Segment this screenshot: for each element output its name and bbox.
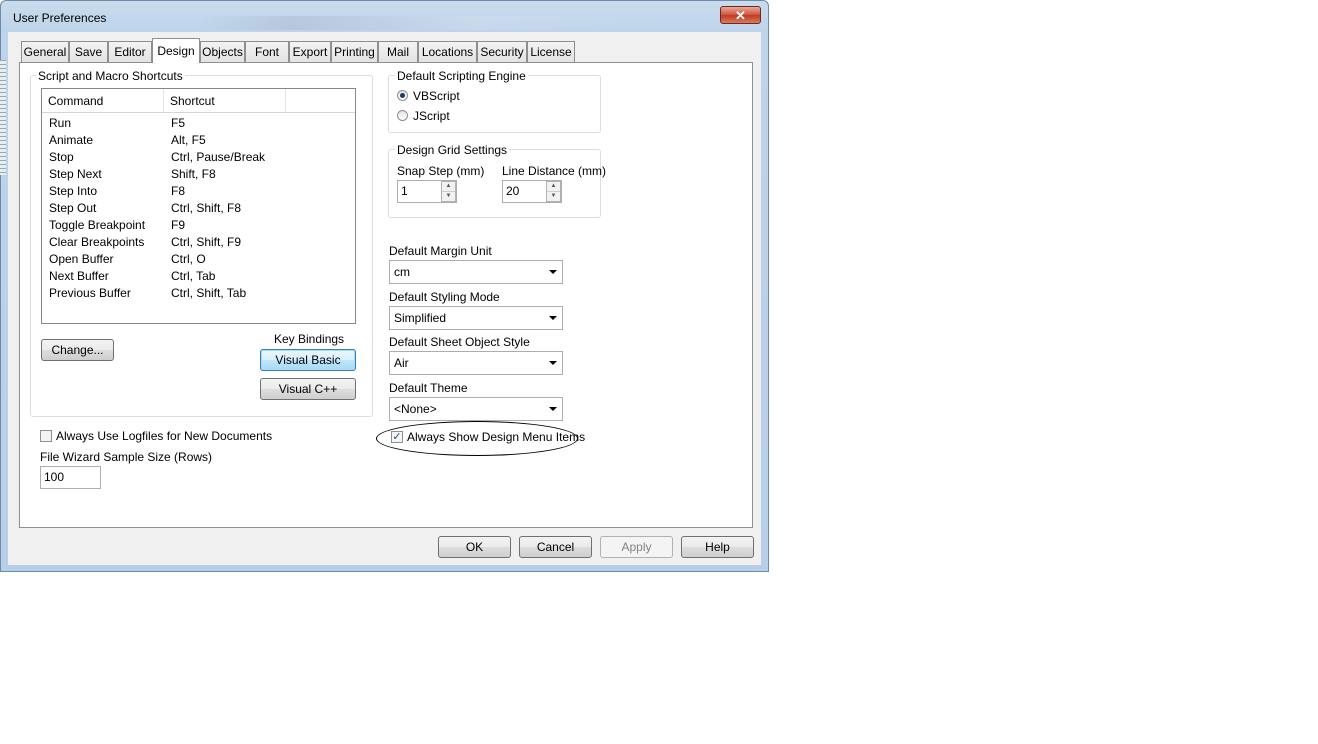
table-row-shortcut: Ctrl, Shift, F9 xyxy=(171,235,242,249)
scripting-engine-group-title: Default Scripting Engine xyxy=(395,69,528,83)
tab-locations[interactable]: Locations xyxy=(418,41,477,62)
jscript-radio[interactable] xyxy=(397,110,408,121)
tab-objects[interactable]: Objects xyxy=(200,41,245,62)
margin-unit-select[interactable]: cm xyxy=(389,260,563,284)
styling-mode-value: Simplified xyxy=(394,311,447,325)
table-row-shortcut: Ctrl, Shift, F8 xyxy=(171,201,242,215)
table-row-command[interactable]: Toggle Breakpoint xyxy=(49,218,145,232)
sheet-object-style-label: Default Sheet Object Style xyxy=(389,335,530,349)
vbscript-radio[interactable] xyxy=(397,90,408,101)
margin-unit-label: Default Margin Unit xyxy=(389,244,492,258)
help-button[interactable]: Help xyxy=(681,536,754,558)
sheet-object-style-select[interactable]: Air xyxy=(389,351,563,375)
table-row-command[interactable]: Clear Breakpoints xyxy=(49,235,144,249)
title-bar-glass xyxy=(200,16,660,30)
chevron-down-icon xyxy=(549,407,557,411)
tab-general[interactable]: General xyxy=(21,41,69,62)
tab-editor[interactable]: Editor xyxy=(108,41,152,62)
table-row-command[interactable]: Step Next xyxy=(49,167,102,181)
design-grid-group-title: Design Grid Settings xyxy=(395,143,510,157)
change-button[interactable]: Change... xyxy=(41,339,114,361)
styling-mode-label: Default Styling Mode xyxy=(389,290,500,304)
visual-cpp-button[interactable]: Visual C++ xyxy=(260,378,356,400)
shortcuts-group-title: Script and Macro Shortcuts xyxy=(36,69,185,83)
column-header-shortcut[interactable]: Shortcut xyxy=(164,89,286,112)
line-distance-spinner[interactable]: ▲ ▼ xyxy=(546,181,561,202)
close-button[interactable]: ✕ xyxy=(720,6,761,24)
table-row-shortcut: Ctrl, Shift, Tab xyxy=(171,286,247,300)
styling-mode-select[interactable]: Simplified xyxy=(389,306,563,330)
logfiles-checkbox[interactable] xyxy=(40,430,52,442)
snap-step-spinner[interactable]: ▲ ▼ xyxy=(441,181,456,202)
spin-down-icon[interactable]: ▼ xyxy=(442,192,455,201)
margin-unit-value: cm xyxy=(394,265,410,279)
column-header-empty[interactable] xyxy=(286,89,355,112)
snap-step-label: Snap Step (mm) xyxy=(397,164,485,178)
spin-up-icon[interactable]: ▲ xyxy=(442,182,455,192)
tab-license[interactable]: License xyxy=(527,41,575,62)
tab-save[interactable]: Save xyxy=(69,41,108,62)
cancel-button[interactable]: Cancel xyxy=(519,536,592,558)
theme-select[interactable]: <None> xyxy=(389,397,563,421)
table-row-shortcut: Ctrl, Pause/Break xyxy=(171,150,266,164)
table-row-command[interactable]: Next Buffer xyxy=(49,269,109,283)
table-row-shortcut: F5 xyxy=(171,116,186,130)
annotation-ellipse xyxy=(376,421,578,456)
spin-down-icon[interactable]: ▼ xyxy=(547,192,560,201)
file-wizard-sample-size-input[interactable]: 100 xyxy=(40,466,101,489)
theme-value: <None> xyxy=(394,402,437,416)
chevron-down-icon xyxy=(549,270,557,274)
tab-security[interactable]: Security xyxy=(477,41,527,62)
logfiles-label: Always Use Logfiles for New Documents xyxy=(56,429,273,443)
background-window-edge xyxy=(0,60,6,175)
tab-mail[interactable]: Mail xyxy=(378,41,418,62)
tab-design[interactable]: Design xyxy=(152,38,200,63)
table-row-shortcut: Shift, F8 xyxy=(171,167,216,181)
vbscript-label: VBScript xyxy=(413,89,460,103)
close-icon: ✕ xyxy=(735,8,746,23)
chevron-down-icon xyxy=(549,361,557,365)
jscript-label: JScript xyxy=(413,109,450,123)
table-row-command[interactable]: Previous Buffer xyxy=(49,286,131,300)
table-row-shortcut: Ctrl, O xyxy=(171,252,206,266)
theme-label: Default Theme xyxy=(389,381,468,395)
apply-button[interactable]: Apply xyxy=(600,536,673,558)
column-header-command[interactable]: Command xyxy=(42,89,164,112)
table-row-shortcut: F9 xyxy=(171,218,186,232)
file-wizard-label: File Wizard Sample Size (Rows) xyxy=(40,450,213,464)
ok-button[interactable]: OK xyxy=(438,536,511,558)
key-bindings-label: Key Bindings xyxy=(274,332,345,346)
header-divider xyxy=(42,112,355,113)
table-row-shortcut: Ctrl, Tab xyxy=(171,269,216,283)
table-row-command[interactable]: Stop xyxy=(49,150,74,164)
sheet-object-style-value: Air xyxy=(394,356,409,370)
spin-up-icon[interactable]: ▲ xyxy=(547,182,560,192)
tab-font[interactable]: Font xyxy=(245,41,289,62)
table-row-command[interactable]: Open Buffer xyxy=(49,252,114,266)
table-row-command[interactable]: Step Out xyxy=(49,201,96,215)
scripting-engine-group xyxy=(388,75,601,133)
radio-selected-dot xyxy=(400,93,405,98)
table-row-shortcut: Alt, F5 xyxy=(171,133,206,147)
window-title: User Preferences xyxy=(13,11,107,25)
table-row-command[interactable]: Animate xyxy=(49,133,93,147)
shortcut-listview[interactable]: Command Shortcut Run F5 Animate Alt, F5 … xyxy=(41,88,356,324)
line-distance-label: Line Distance (mm) xyxy=(502,164,607,178)
table-row-command[interactable]: Run xyxy=(49,116,71,130)
chevron-down-icon xyxy=(549,316,557,320)
table-row-shortcut: F8 xyxy=(171,184,186,198)
tab-export[interactable]: Export xyxy=(289,41,331,62)
table-row-command[interactable]: Step Into xyxy=(49,184,97,198)
tab-printing[interactable]: Printing xyxy=(331,41,378,62)
visual-basic-button[interactable]: Visual Basic xyxy=(260,349,356,371)
